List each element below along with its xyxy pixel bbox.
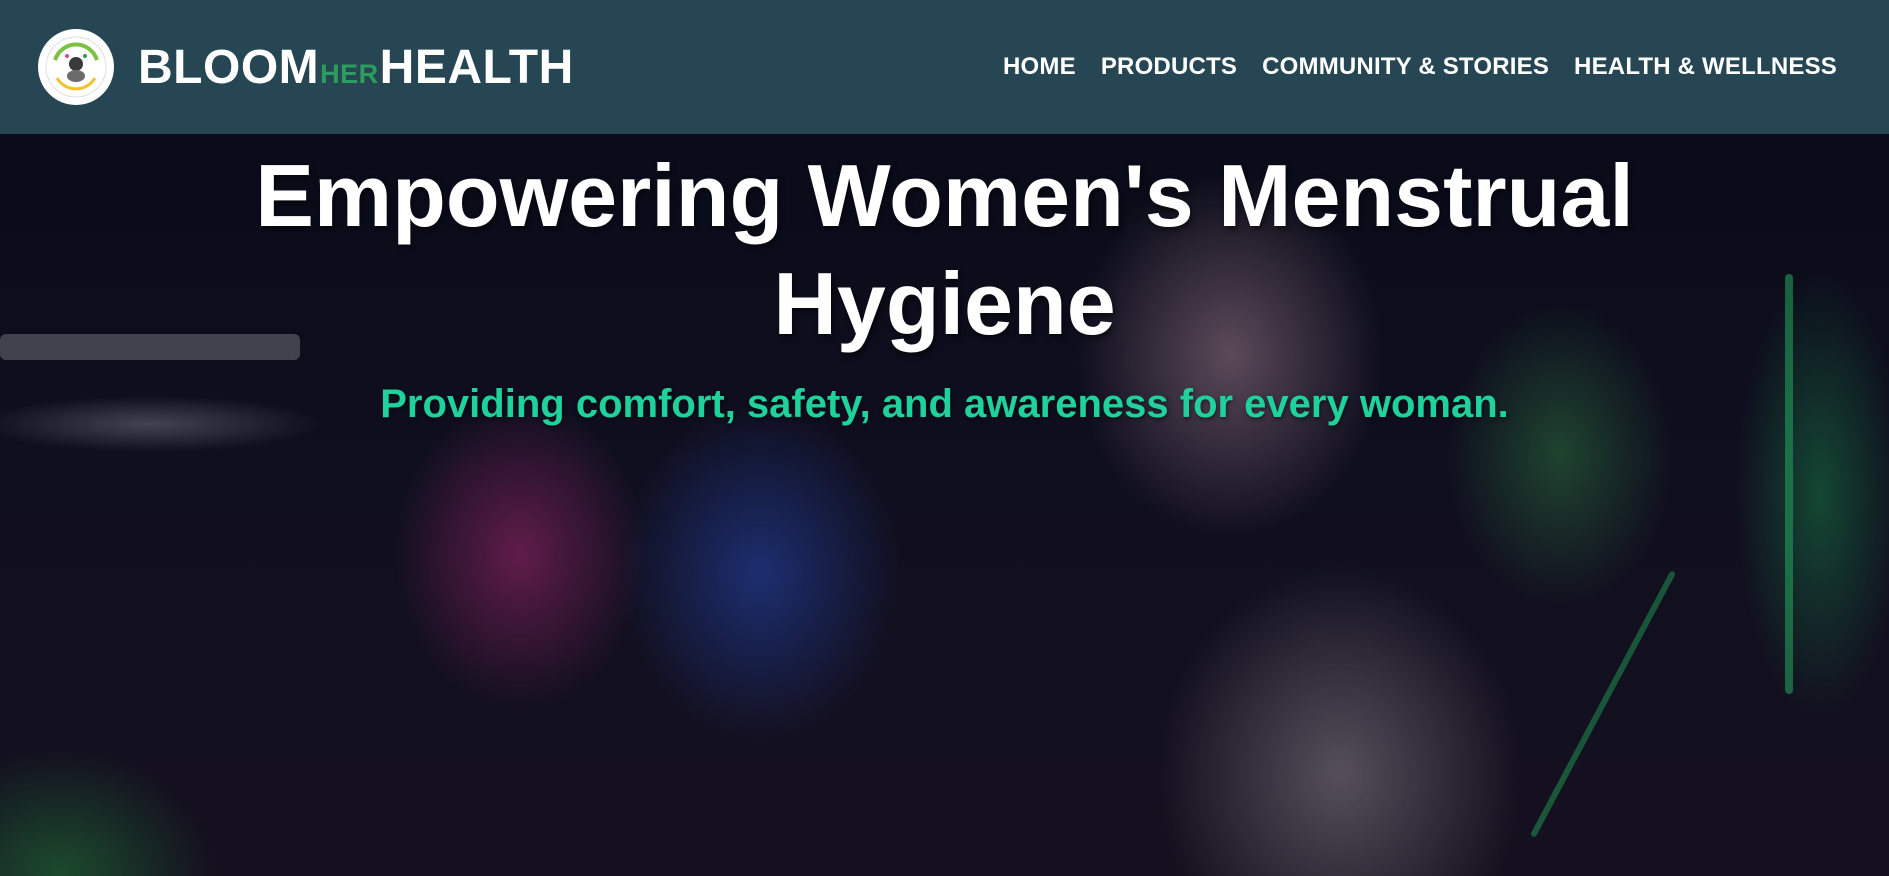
hero-content: Empowering Women's Menstrual Hygiene Pro… (0, 134, 1889, 428)
hero-section: Empowering Women's Menstrual Hygiene Pro… (0, 134, 1889, 876)
hero-subtitle: Providing comfort, safety, and awareness… (380, 382, 1509, 426)
flower-emblem-icon (45, 36, 107, 98)
nav-link-products[interactable]: PRODUCTS (1101, 53, 1237, 81)
main-nav: HOME PRODUCTS COMMUNITY & STORIES HEALTH… (1003, 53, 1837, 81)
brand-word-health: HEALTH (379, 40, 574, 94)
nav-link-health-wellness[interactable]: HEALTH & WELLNESS (1574, 53, 1837, 81)
brand-word-her: HER (320, 58, 379, 89)
brand-wordmark: BLOOM HER HEALTH (138, 40, 574, 95)
brand-word-bloom: BLOOM (138, 40, 320, 94)
nav-link-community-stories[interactable]: COMMUNITY & STORIES (1262, 53, 1549, 81)
hero-title: Empowering Women's Menstrual Hygiene (255, 146, 1634, 353)
navbar: BLOOM HER HEALTH HOME PRODUCTS COMMUNITY… (0, 0, 1889, 134)
brand-logo-icon (38, 29, 114, 105)
nav-link-home[interactable]: HOME (1003, 53, 1076, 81)
brand-home-link[interactable]: BLOOM HER HEALTH (38, 29, 574, 105)
